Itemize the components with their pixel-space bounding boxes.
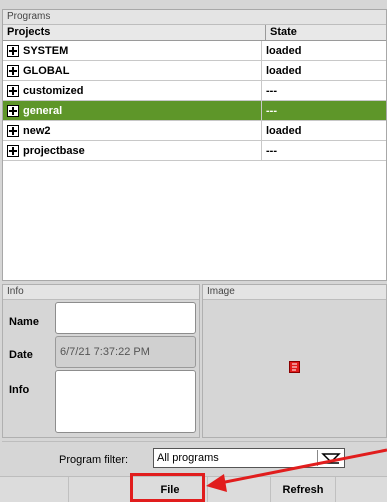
program-state: --- bbox=[266, 104, 277, 117]
dropdown-arrow-icon[interactable] bbox=[317, 450, 344, 466]
programs-panel: Programs Projects State SYSTEM loaded GLOB… bbox=[2, 9, 387, 281]
program-state: --- bbox=[266, 84, 277, 97]
program-row[interactable]: customized --- bbox=[3, 81, 386, 101]
info-panel: Info Name Date 6/7/21 7:37:22 PM Info bbox=[2, 284, 200, 438]
program-name-cell: GLOBAL bbox=[3, 61, 262, 80]
toolbar-slot-2[interactable] bbox=[69, 477, 133, 502]
program-row[interactable]: new2 loaded bbox=[3, 121, 386, 141]
expand-plus-icon[interactable] bbox=[7, 64, 19, 77]
expand-plus-icon[interactable] bbox=[7, 144, 19, 157]
name-label: Name bbox=[9, 316, 39, 328]
expand-plus-icon[interactable] bbox=[7, 84, 19, 97]
program-name-cell: new2 bbox=[3, 121, 262, 140]
programs-table-header: Projects State bbox=[3, 25, 386, 41]
image-panel-title: Image bbox=[203, 285, 386, 300]
filter-bar: Program filter: All programs bbox=[2, 441, 387, 474]
program-name: new2 bbox=[23, 124, 51, 137]
program-state: loaded bbox=[266, 124, 302, 137]
expand-plus-icon[interactable] bbox=[7, 104, 19, 117]
image-panel: Image bbox=[202, 284, 387, 438]
program-name-cell: customized bbox=[3, 81, 262, 100]
column-header-state[interactable]: State bbox=[266, 25, 297, 40]
missing-image-icon bbox=[289, 361, 300, 373]
program-name: customized bbox=[23, 84, 84, 97]
program-state: loaded bbox=[266, 64, 302, 77]
info-panel-title: Info bbox=[3, 285, 199, 300]
program-name: GLOBAL bbox=[23, 64, 70, 77]
program-state: loaded bbox=[266, 44, 302, 57]
program-name: general bbox=[23, 104, 63, 117]
program-row[interactable]: GLOBAL loaded bbox=[3, 61, 386, 81]
program-name-cell: general bbox=[3, 101, 262, 120]
program-row[interactable]: SYSTEM loaded bbox=[3, 41, 386, 61]
annotation-highlight-box bbox=[130, 473, 205, 502]
program-name: SYSTEM bbox=[23, 44, 69, 57]
program-name: projectbase bbox=[23, 144, 85, 157]
date-label: Date bbox=[9, 349, 33, 361]
refresh-button[interactable]: Refresh bbox=[271, 477, 336, 502]
toolbar-slot-4[interactable] bbox=[208, 477, 271, 502]
program-state: --- bbox=[266, 144, 277, 157]
program-filter-select[interactable]: All programs bbox=[153, 448, 345, 468]
program-filter-label: Program filter: bbox=[59, 454, 129, 466]
expand-plus-icon[interactable] bbox=[7, 124, 19, 137]
program-name-cell: SYSTEM bbox=[3, 41, 262, 60]
programs-table-body: SYSTEM loaded GLOBAL loaded customized --- gen… bbox=[3, 41, 386, 161]
info-label: Info bbox=[9, 384, 30, 396]
program-name-cell: projectbase bbox=[3, 141, 262, 160]
toolbar-slot-1[interactable] bbox=[0, 477, 69, 502]
date-field: 6/7/21 7:37:22 PM bbox=[55, 336, 196, 368]
name-field[interactable] bbox=[55, 302, 196, 334]
programs-panel-title: Programs bbox=[3, 10, 386, 25]
program-row[interactable]: projectbase --- bbox=[3, 141, 386, 161]
column-header-projects[interactable]: Projects bbox=[3, 25, 266, 40]
program-filter-value: All programs bbox=[157, 452, 219, 464]
program-row[interactable]: general --- bbox=[3, 101, 386, 121]
info-field[interactable] bbox=[55, 370, 196, 433]
expand-plus-icon[interactable] bbox=[7, 44, 19, 57]
toolbar-slot-6[interactable] bbox=[336, 477, 387, 502]
